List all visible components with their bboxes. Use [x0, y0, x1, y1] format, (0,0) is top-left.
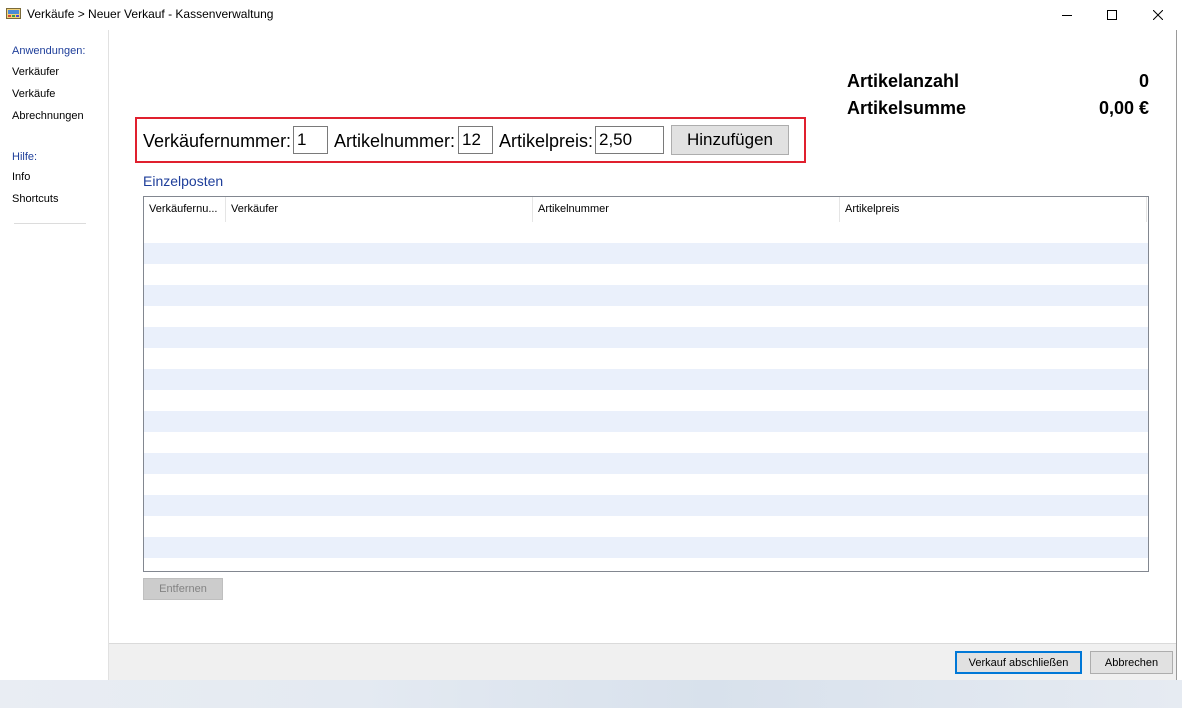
- article-number-label: Artikelnummer:: [334, 131, 456, 151]
- add-button[interactable]: Hinzufügen: [671, 125, 789, 155]
- table-row: [144, 285, 1148, 306]
- sidebar: Anwendungen: Verkäufer Verkäufe Abrechnu…: [0, 30, 109, 680]
- table-row: [144, 327, 1148, 348]
- window-title: Verkäufe > Neuer Verkauf - Kassenverwalt…: [27, 7, 274, 21]
- sidebar-item-verkaeufe[interactable]: Verkäufe: [12, 88, 55, 100]
- table-row: [144, 516, 1148, 537]
- remove-button[interactable]: Entfernen: [143, 578, 223, 600]
- sidebar-heading-help: Hilfe:: [12, 151, 38, 163]
- article-price-input[interactable]: [595, 126, 664, 154]
- sidebar-heading-applications: Anwendungen:: [12, 45, 86, 57]
- cancel-button[interactable]: Abbrechen: [1090, 651, 1173, 674]
- close-icon: [1153, 10, 1163, 20]
- column-header-seller[interactable]: Verkäufer: [226, 197, 533, 222]
- maximize-button[interactable]: [1089, 0, 1135, 30]
- table-row: [144, 222, 1148, 243]
- article-number-input[interactable]: [458, 126, 493, 154]
- table-row: [144, 474, 1148, 495]
- table-row: [144, 369, 1148, 390]
- footer-bar: Verkauf abschließen Abbrechen: [109, 643, 1176, 681]
- table-row: [144, 537, 1148, 558]
- column-header-article-price[interactable]: Artikelpreis: [840, 197, 1147, 222]
- column-header-seller-number[interactable]: Verkäufernu...: [144, 197, 226, 222]
- seller-number-label: Verkäufernummer:: [143, 131, 292, 151]
- table-row: [144, 411, 1148, 432]
- app-icon: [6, 7, 21, 20]
- table-row: [144, 495, 1148, 516]
- seller-number-input[interactable]: [293, 126, 328, 154]
- sidebar-divider: [14, 223, 86, 224]
- table-header: Verkäufernu... Verkäufer Artikelnummer A…: [144, 197, 1148, 223]
- table-row: [144, 390, 1148, 411]
- table-row: [144, 348, 1148, 369]
- desktop-background: [0, 680, 1182, 708]
- table-row: [144, 432, 1148, 453]
- main-content: Artikelanzahl 0 Artikelsumme 0,00 € Verk…: [109, 30, 1176, 643]
- table-row: [144, 264, 1148, 285]
- items-title: Einzelposten: [143, 173, 224, 189]
- article-count-value: 0: [1138, 71, 1149, 91]
- minimize-button[interactable]: [1044, 0, 1090, 30]
- finish-sale-button[interactable]: Verkauf abschließen: [955, 651, 1082, 674]
- minimize-icon: [1062, 15, 1072, 16]
- article-sum-value: 0,00 €: [1098, 98, 1149, 118]
- table-row: [144, 306, 1148, 327]
- sidebar-item-shortcuts[interactable]: Shortcuts: [12, 193, 58, 205]
- article-price-label: Artikelpreis:: [499, 131, 594, 151]
- title-bar: Verkäufe > Neuer Verkauf - Kassenverwalt…: [0, 0, 1182, 30]
- sidebar-item-verkaeufer[interactable]: Verkäufer: [12, 66, 59, 78]
- close-button[interactable]: [1135, 0, 1181, 30]
- column-header-article-number[interactable]: Artikelnummer: [533, 197, 840, 222]
- maximize-icon: [1107, 10, 1117, 20]
- article-sum-label: Artikelsumme: [847, 98, 967, 118]
- entry-form: Verkäufernummer: Artikelnummer: Artikelp…: [135, 117, 806, 163]
- items-table[interactable]: Verkäufernu... Verkäufer Artikelnummer A…: [143, 196, 1149, 572]
- window-border: [1176, 30, 1177, 680]
- article-count-label: Artikelanzahl: [847, 71, 960, 91]
- sidebar-item-abrechnungen[interactable]: Abrechnungen: [12, 110, 84, 122]
- table-row: [144, 453, 1148, 474]
- table-row: [144, 243, 1148, 264]
- sidebar-item-info[interactable]: Info: [12, 171, 30, 183]
